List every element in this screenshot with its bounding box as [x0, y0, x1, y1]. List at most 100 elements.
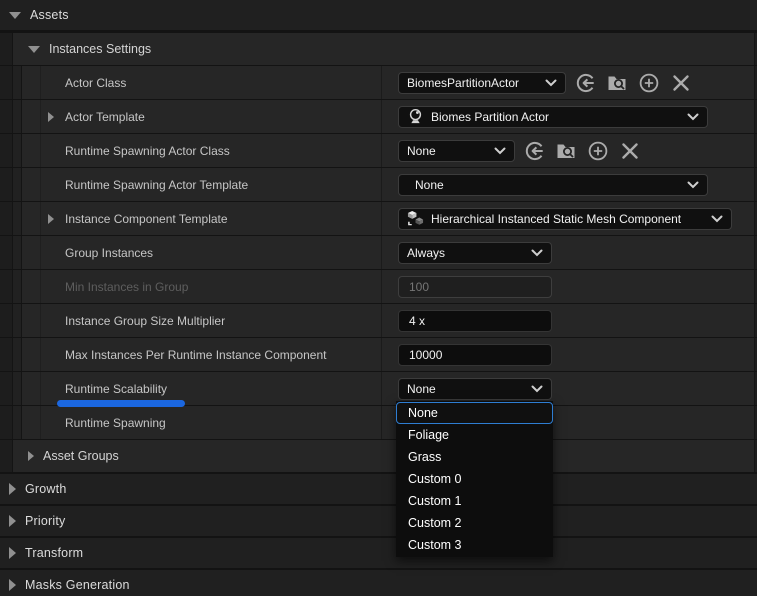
expand-arrow-icon[interactable]	[48, 112, 54, 122]
actor-template-value: Biomes Partition Actor	[431, 110, 549, 124]
indent-guide	[0, 168, 13, 201]
indent-guide	[13, 338, 22, 371]
indent-guide	[0, 202, 13, 235]
indent-guide	[13, 236, 22, 269]
group-row-instances-settings[interactable]: Instances Settings	[0, 33, 757, 65]
indent-guide	[13, 202, 22, 235]
property-row-max-instances-per-runtime-instance-component: Max Instances Per Runtime Instance Compo…	[0, 338, 757, 371]
category-row-masks-generation[interactable]: Masks Generation	[0, 570, 757, 596]
actor-class-dropdown[interactable]: BiomesPartitionActor	[398, 72, 566, 94]
indent-guide	[0, 406, 13, 439]
property-row-runtime-spawning-actor-template: Runtime Spawning Actor Template None	[0, 168, 757, 201]
property-label: Max Instances Per Runtime Instance Compo…	[65, 348, 326, 362]
property-row-instance-group-size-multiplier: Instance Group Size Multiplier	[0, 304, 757, 337]
indent-guide	[13, 406, 22, 439]
menu-item-custom-2[interactable]: Custom 2	[396, 512, 553, 534]
details-panel: Assets Instances Settings Actor Class Bi…	[0, 0, 757, 596]
chevron-down-icon	[523, 249, 543, 257]
indent-guide	[0, 100, 13, 133]
indent-guide	[0, 33, 13, 65]
browse-to-asset-icon[interactable]	[606, 72, 628, 94]
property-row-runtime-spawning: Runtime Spawning	[0, 406, 757, 439]
indent-guide	[0, 236, 13, 269]
menu-item-custom-3[interactable]: Custom 3	[396, 534, 553, 556]
chevron-down-icon	[537, 79, 557, 87]
indent-guide	[0, 66, 13, 99]
property-label: Runtime Spawning Actor Template	[65, 178, 248, 192]
indent-guide	[13, 168, 22, 201]
runtime-spawning-actor-template-dropdown[interactable]: None	[398, 174, 708, 196]
category-row-transform[interactable]: Transform	[0, 538, 757, 568]
group-row-asset-groups[interactable]: Asset Groups	[0, 440, 757, 472]
property-row-runtime-scalability: Runtime Scalability None	[0, 372, 757, 405]
max-instances-input[interactable]	[398, 344, 552, 366]
property-label: Actor Class	[65, 76, 126, 90]
indent-guide	[13, 372, 22, 405]
property-label: Instance Component Template	[65, 212, 228, 226]
category-label: Priority	[25, 514, 66, 528]
property-row-actor-class: Actor Class BiomesPartitionActor	[0, 66, 757, 99]
clear-asset-icon[interactable]	[670, 72, 692, 94]
menu-item-grass[interactable]: Grass	[396, 446, 553, 468]
category-label: Growth	[25, 482, 67, 496]
use-selected-asset-icon[interactable]	[523, 140, 545, 162]
property-row-runtime-spawning-actor-class: Runtime Spawning Actor Class None	[0, 134, 757, 167]
browse-to-asset-icon[interactable]	[555, 140, 577, 162]
runtime-spawning-actor-class-value: None	[407, 144, 436, 158]
menu-item-none[interactable]: None	[396, 402, 553, 424]
property-label: Runtime Spawning Actor Class	[65, 144, 230, 158]
expand-arrow-icon[interactable]	[28, 451, 34, 461]
instance-group-size-multiplier-input[interactable]	[398, 310, 552, 332]
indent-guide	[0, 134, 13, 167]
use-selected-asset-icon[interactable]	[574, 72, 596, 94]
expand-arrow-icon[interactable]	[9, 547, 16, 559]
expand-arrow-icon[interactable]	[9, 483, 16, 495]
category-row-growth[interactable]: Growth	[0, 474, 757, 504]
runtime-scalability-dropdown-menu: None Foliage Grass Custom 0 Custom 1 Cus…	[396, 401, 553, 557]
indent-guide	[0, 372, 13, 405]
indent-guide	[0, 440, 13, 472]
create-new-asset-icon[interactable]	[587, 140, 609, 162]
menu-item-foliage[interactable]: Foliage	[396, 424, 553, 446]
menu-item-custom-1[interactable]: Custom 1	[396, 490, 553, 512]
create-new-asset-icon[interactable]	[638, 72, 660, 94]
actor-template-dropdown[interactable]: Biomes Partition Actor	[398, 106, 708, 128]
collapse-arrow-icon[interactable]	[9, 12, 21, 19]
expand-arrow-icon[interactable]	[48, 214, 54, 224]
category-label: Transform	[25, 546, 83, 560]
runtime-spawning-actor-template-value: None	[407, 178, 444, 192]
indent-guide	[13, 270, 22, 303]
actor-icon	[407, 108, 424, 125]
category-row-assets[interactable]: Assets	[0, 0, 757, 30]
group-instances-dropdown[interactable]: Always	[398, 242, 552, 264]
indent-guide	[13, 134, 22, 167]
expand-arrow-icon[interactable]	[9, 515, 16, 527]
clear-asset-icon[interactable]	[619, 140, 641, 162]
menu-item-custom-0[interactable]: Custom 0	[396, 468, 553, 490]
indent-guide	[13, 66, 22, 99]
expand-arrow-icon[interactable]	[9, 579, 16, 591]
collapse-arrow-icon[interactable]	[28, 46, 40, 53]
actor-class-value: BiomesPartitionActor	[407, 76, 519, 90]
chevron-down-icon	[703, 215, 723, 223]
group-label: Asset Groups	[43, 449, 119, 463]
group-label: Instances Settings	[49, 42, 151, 56]
runtime-scalability-dropdown[interactable]: None	[398, 378, 552, 400]
category-label: Assets	[30, 8, 69, 22]
component-cubes-icon	[407, 210, 424, 227]
property-label: Actor Template	[65, 110, 145, 124]
property-label: Min Instances in Group	[65, 280, 188, 294]
property-label: Instance Group Size Multiplier	[65, 314, 225, 328]
category-row-priority[interactable]: Priority	[0, 506, 757, 536]
focus-highlight-bar	[57, 400, 185, 407]
runtime-spawning-actor-class-dropdown[interactable]: None	[398, 140, 515, 162]
indent-guide	[0, 338, 13, 371]
chevron-down-icon	[679, 113, 699, 121]
instance-component-template-dropdown[interactable]: Hierarchical Instanced Static Mesh Compo…	[398, 208, 732, 230]
property-row-instance-component-template: Instance Component Template Hierarchical…	[0, 202, 757, 235]
indent-guide	[0, 304, 13, 337]
group-instances-value: Always	[407, 246, 445, 260]
property-label: Runtime Spawning	[65, 416, 166, 430]
chevron-down-icon	[523, 385, 543, 393]
runtime-scalability-value: None	[407, 382, 436, 396]
